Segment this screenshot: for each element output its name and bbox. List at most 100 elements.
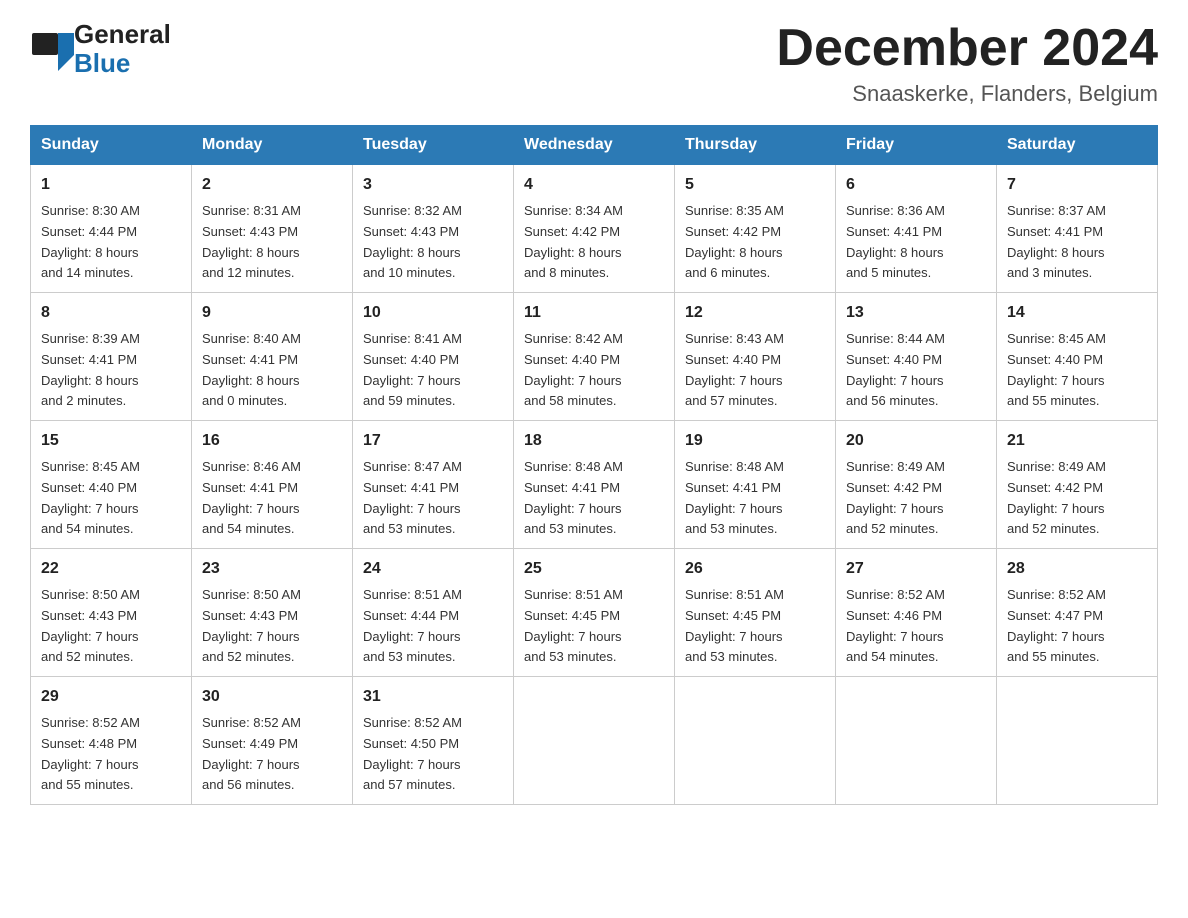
day-number: 27 — [846, 557, 986, 582]
day-number: 12 — [685, 301, 825, 326]
calendar-cell: 23Sunrise: 8:50 AMSunset: 4:43 PMDayligh… — [192, 549, 353, 677]
calendar-cell: 30Sunrise: 8:52 AMSunset: 4:49 PMDayligh… — [192, 677, 353, 805]
weekday-header-saturday: Saturday — [997, 126, 1158, 165]
day-info: Sunrise: 8:35 AMSunset: 4:42 PMDaylight:… — [685, 201, 825, 284]
calendar-cell: 5 Sunrise: 8:35 AMSunset: 4:42 PMDaylight… — [675, 165, 836, 293]
day-info: Sunrise: 8:39 AMSunset: 4:41 PMDaylight:… — [41, 329, 181, 412]
calendar-cell: 3Sunrise: 8:32 AMSunset: 4:43 PMDaylight… — [353, 165, 514, 293]
calendar-cell: 29 Sunrise: 8:52 AMSunset: 4:48 PMDayligh… — [31, 677, 192, 805]
calendar-cell — [675, 677, 836, 805]
calendar-cell: 4Sunrise: 8:34 AMSunset: 4:42 PMDaylight… — [514, 165, 675, 293]
day-number: 4 — [524, 173, 664, 198]
day-number: 31 — [363, 685, 503, 710]
logo-area: General Blue — [30, 20, 171, 77]
day-info: Sunrise: 8:46 AMSunset: 4:41 PMDaylight:… — [202, 457, 342, 540]
day-info: Sunrise: 8:52 AMSunset: 4:50 PMDaylight:… — [363, 713, 503, 796]
day-number: 1 — [41, 173, 181, 198]
calendar-cell: 12 Sunrise: 8:43 AMSunset: 4:40 PMDayligh… — [675, 293, 836, 421]
calendar-cell: 19 Sunrise: 8:48 AMSunset: 4:41 PMDayligh… — [675, 421, 836, 549]
day-info: Sunrise: 8:48 AMSunset: 4:41 PMDaylight:… — [524, 457, 664, 540]
calendar-cell: 17Sunrise: 8:47 AMSunset: 4:41 PMDayligh… — [353, 421, 514, 549]
weekday-header-friday: Friday — [836, 126, 997, 165]
day-number: 6 — [846, 173, 986, 198]
day-number: 22 — [41, 557, 181, 582]
weekday-header-monday: Monday — [192, 126, 353, 165]
day-number: 7 — [1007, 173, 1147, 198]
day-info: Sunrise: 8:30 AMSunset: 4:44 PMDaylight:… — [41, 201, 181, 284]
weekday-header-row: SundayMondayTuesdayWednesdayThursdayFrid… — [31, 126, 1158, 165]
calendar-cell: 16 Sunrise: 8:46 AMSunset: 4:41 PMDayligh… — [192, 421, 353, 549]
page-header: General Blue December 2024 Snaaskerke, F… — [30, 20, 1158, 107]
month-title: December 2024 — [776, 20, 1158, 77]
calendar-cell: 14Sunrise: 8:45 AMSunset: 4:40 PMDayligh… — [997, 293, 1158, 421]
calendar-cell: 8 Sunrise: 8:39 AMSunset: 4:41 PMDaylight… — [31, 293, 192, 421]
day-info: Sunrise: 8:51 AMSunset: 4:45 PMDaylight:… — [685, 585, 825, 668]
calendar-cell: 28 Sunrise: 8:52 AMSunset: 4:47 PMDayligh… — [997, 549, 1158, 677]
location-title: Snaaskerke, Flanders, Belgium — [776, 81, 1158, 107]
day-info: Sunrise: 8:51 AMSunset: 4:44 PMDaylight:… — [363, 585, 503, 668]
title-area: December 2024 Snaaskerke, Flanders, Belg… — [776, 20, 1158, 107]
day-info: Sunrise: 8:52 AMSunset: 4:48 PMDaylight:… — [41, 713, 181, 796]
day-number: 14 — [1007, 301, 1147, 326]
calendar-week-row: 29 Sunrise: 8:52 AMSunset: 4:48 PMDayligh… — [31, 677, 1158, 805]
day-number: 29 — [41, 685, 181, 710]
day-number: 25 — [524, 557, 664, 582]
day-number: 5 — [685, 173, 825, 198]
day-number: 9 — [202, 301, 342, 326]
day-info: Sunrise: 8:40 AMSunset: 4:41 PMDaylight:… — [202, 329, 342, 412]
day-info: Sunrise: 8:48 AMSunset: 4:41 PMDaylight:… — [685, 457, 825, 540]
calendar-cell: 6 Sunrise: 8:36 AMSunset: 4:41 PMDaylight… — [836, 165, 997, 293]
day-number: 18 — [524, 429, 664, 454]
day-info: Sunrise: 8:42 AMSunset: 4:40 PMDaylight:… — [524, 329, 664, 412]
day-info: Sunrise: 8:43 AMSunset: 4:40 PMDaylight:… — [685, 329, 825, 412]
day-number: 2 — [202, 173, 342, 198]
day-info: Sunrise: 8:44 AMSunset: 4:40 PMDaylight:… — [846, 329, 986, 412]
calendar-cell: 11 Sunrise: 8:42 AMSunset: 4:40 PMDayligh… — [514, 293, 675, 421]
calendar-cell: 25 Sunrise: 8:51 AMSunset: 4:45 PMDayligh… — [514, 549, 675, 677]
day-info: Sunrise: 8:51 AMSunset: 4:45 PMDaylight:… — [524, 585, 664, 668]
logo-general-text: General — [74, 20, 171, 49]
day-info: Sunrise: 8:47 AMSunset: 4:41 PMDaylight:… — [363, 457, 503, 540]
day-number: 10 — [363, 301, 503, 326]
calendar-cell: 27 Sunrise: 8:52 AMSunset: 4:46 PMDayligh… — [836, 549, 997, 677]
day-number: 28 — [1007, 557, 1147, 582]
day-number: 13 — [846, 301, 986, 326]
day-info: Sunrise: 8:49 AMSunset: 4:42 PMDaylight:… — [846, 457, 986, 540]
calendar-week-row: 15 Sunrise: 8:45 AMSunset: 4:40 PMDayligh… — [31, 421, 1158, 549]
weekday-header-sunday: Sunday — [31, 126, 192, 165]
calendar-cell: 31 Sunrise: 8:52 AMSunset: 4:50 PMDayligh… — [353, 677, 514, 805]
day-info: Sunrise: 8:52 AMSunset: 4:47 PMDaylight:… — [1007, 585, 1147, 668]
day-number: 8 — [41, 301, 181, 326]
day-info: Sunrise: 8:45 AMSunset: 4:40 PMDaylight:… — [41, 457, 181, 540]
day-info: Sunrise: 8:41 AMSunset: 4:40 PMDaylight:… — [363, 329, 503, 412]
weekday-header-wednesday: Wednesday — [514, 126, 675, 165]
day-info: Sunrise: 8:50 AMSunset: 4:43 PMDaylight:… — [202, 585, 342, 668]
calendar-cell: 10 Sunrise: 8:41 AMSunset: 4:40 PMDayligh… — [353, 293, 514, 421]
calendar-cell: 21Sunrise: 8:49 AMSunset: 4:42 PMDayligh… — [997, 421, 1158, 549]
logo-blue-text: Blue — [74, 49, 171, 78]
day-number: 15 — [41, 429, 181, 454]
calendar-table: SundayMondayTuesdayWednesdayThursdayFrid… — [30, 125, 1158, 805]
day-info: Sunrise: 8:52 AMSunset: 4:46 PMDaylight:… — [846, 585, 986, 668]
calendar-cell: 26 Sunrise: 8:51 AMSunset: 4:45 PMDayligh… — [675, 549, 836, 677]
calendar-cell: 2 Sunrise: 8:31 AMSunset: 4:43 PMDaylight… — [192, 165, 353, 293]
calendar-cell — [836, 677, 997, 805]
day-number: 20 — [846, 429, 986, 454]
day-info: Sunrise: 8:31 AMSunset: 4:43 PMDaylight:… — [202, 201, 342, 284]
calendar-cell: 1 Sunrise: 8:30 AMSunset: 4:44 PMDaylight… — [31, 165, 192, 293]
day-number: 11 — [524, 301, 664, 326]
day-number: 16 — [202, 429, 342, 454]
day-info: Sunrise: 8:36 AMSunset: 4:41 PMDaylight:… — [846, 201, 986, 284]
calendar-cell: 18 Sunrise: 8:48 AMSunset: 4:41 PMDayligh… — [514, 421, 675, 549]
calendar-cell: 20 Sunrise: 8:49 AMSunset: 4:42 PMDayligh… — [836, 421, 997, 549]
calendar-week-row: 22 Sunrise: 8:50 AMSunset: 4:43 PMDayligh… — [31, 549, 1158, 677]
day-number: 26 — [685, 557, 825, 582]
calendar-cell: 7Sunrise: 8:37 AMSunset: 4:41 PMDaylight… — [997, 165, 1158, 293]
day-number: 3 — [363, 173, 503, 198]
calendar-cell: 13 Sunrise: 8:44 AMSunset: 4:40 PMDayligh… — [836, 293, 997, 421]
calendar-cell — [997, 677, 1158, 805]
calendar-cell — [514, 677, 675, 805]
logo-icon — [30, 27, 74, 71]
day-number: 19 — [685, 429, 825, 454]
day-info: Sunrise: 8:49 AMSunset: 4:42 PMDaylight:… — [1007, 457, 1147, 540]
